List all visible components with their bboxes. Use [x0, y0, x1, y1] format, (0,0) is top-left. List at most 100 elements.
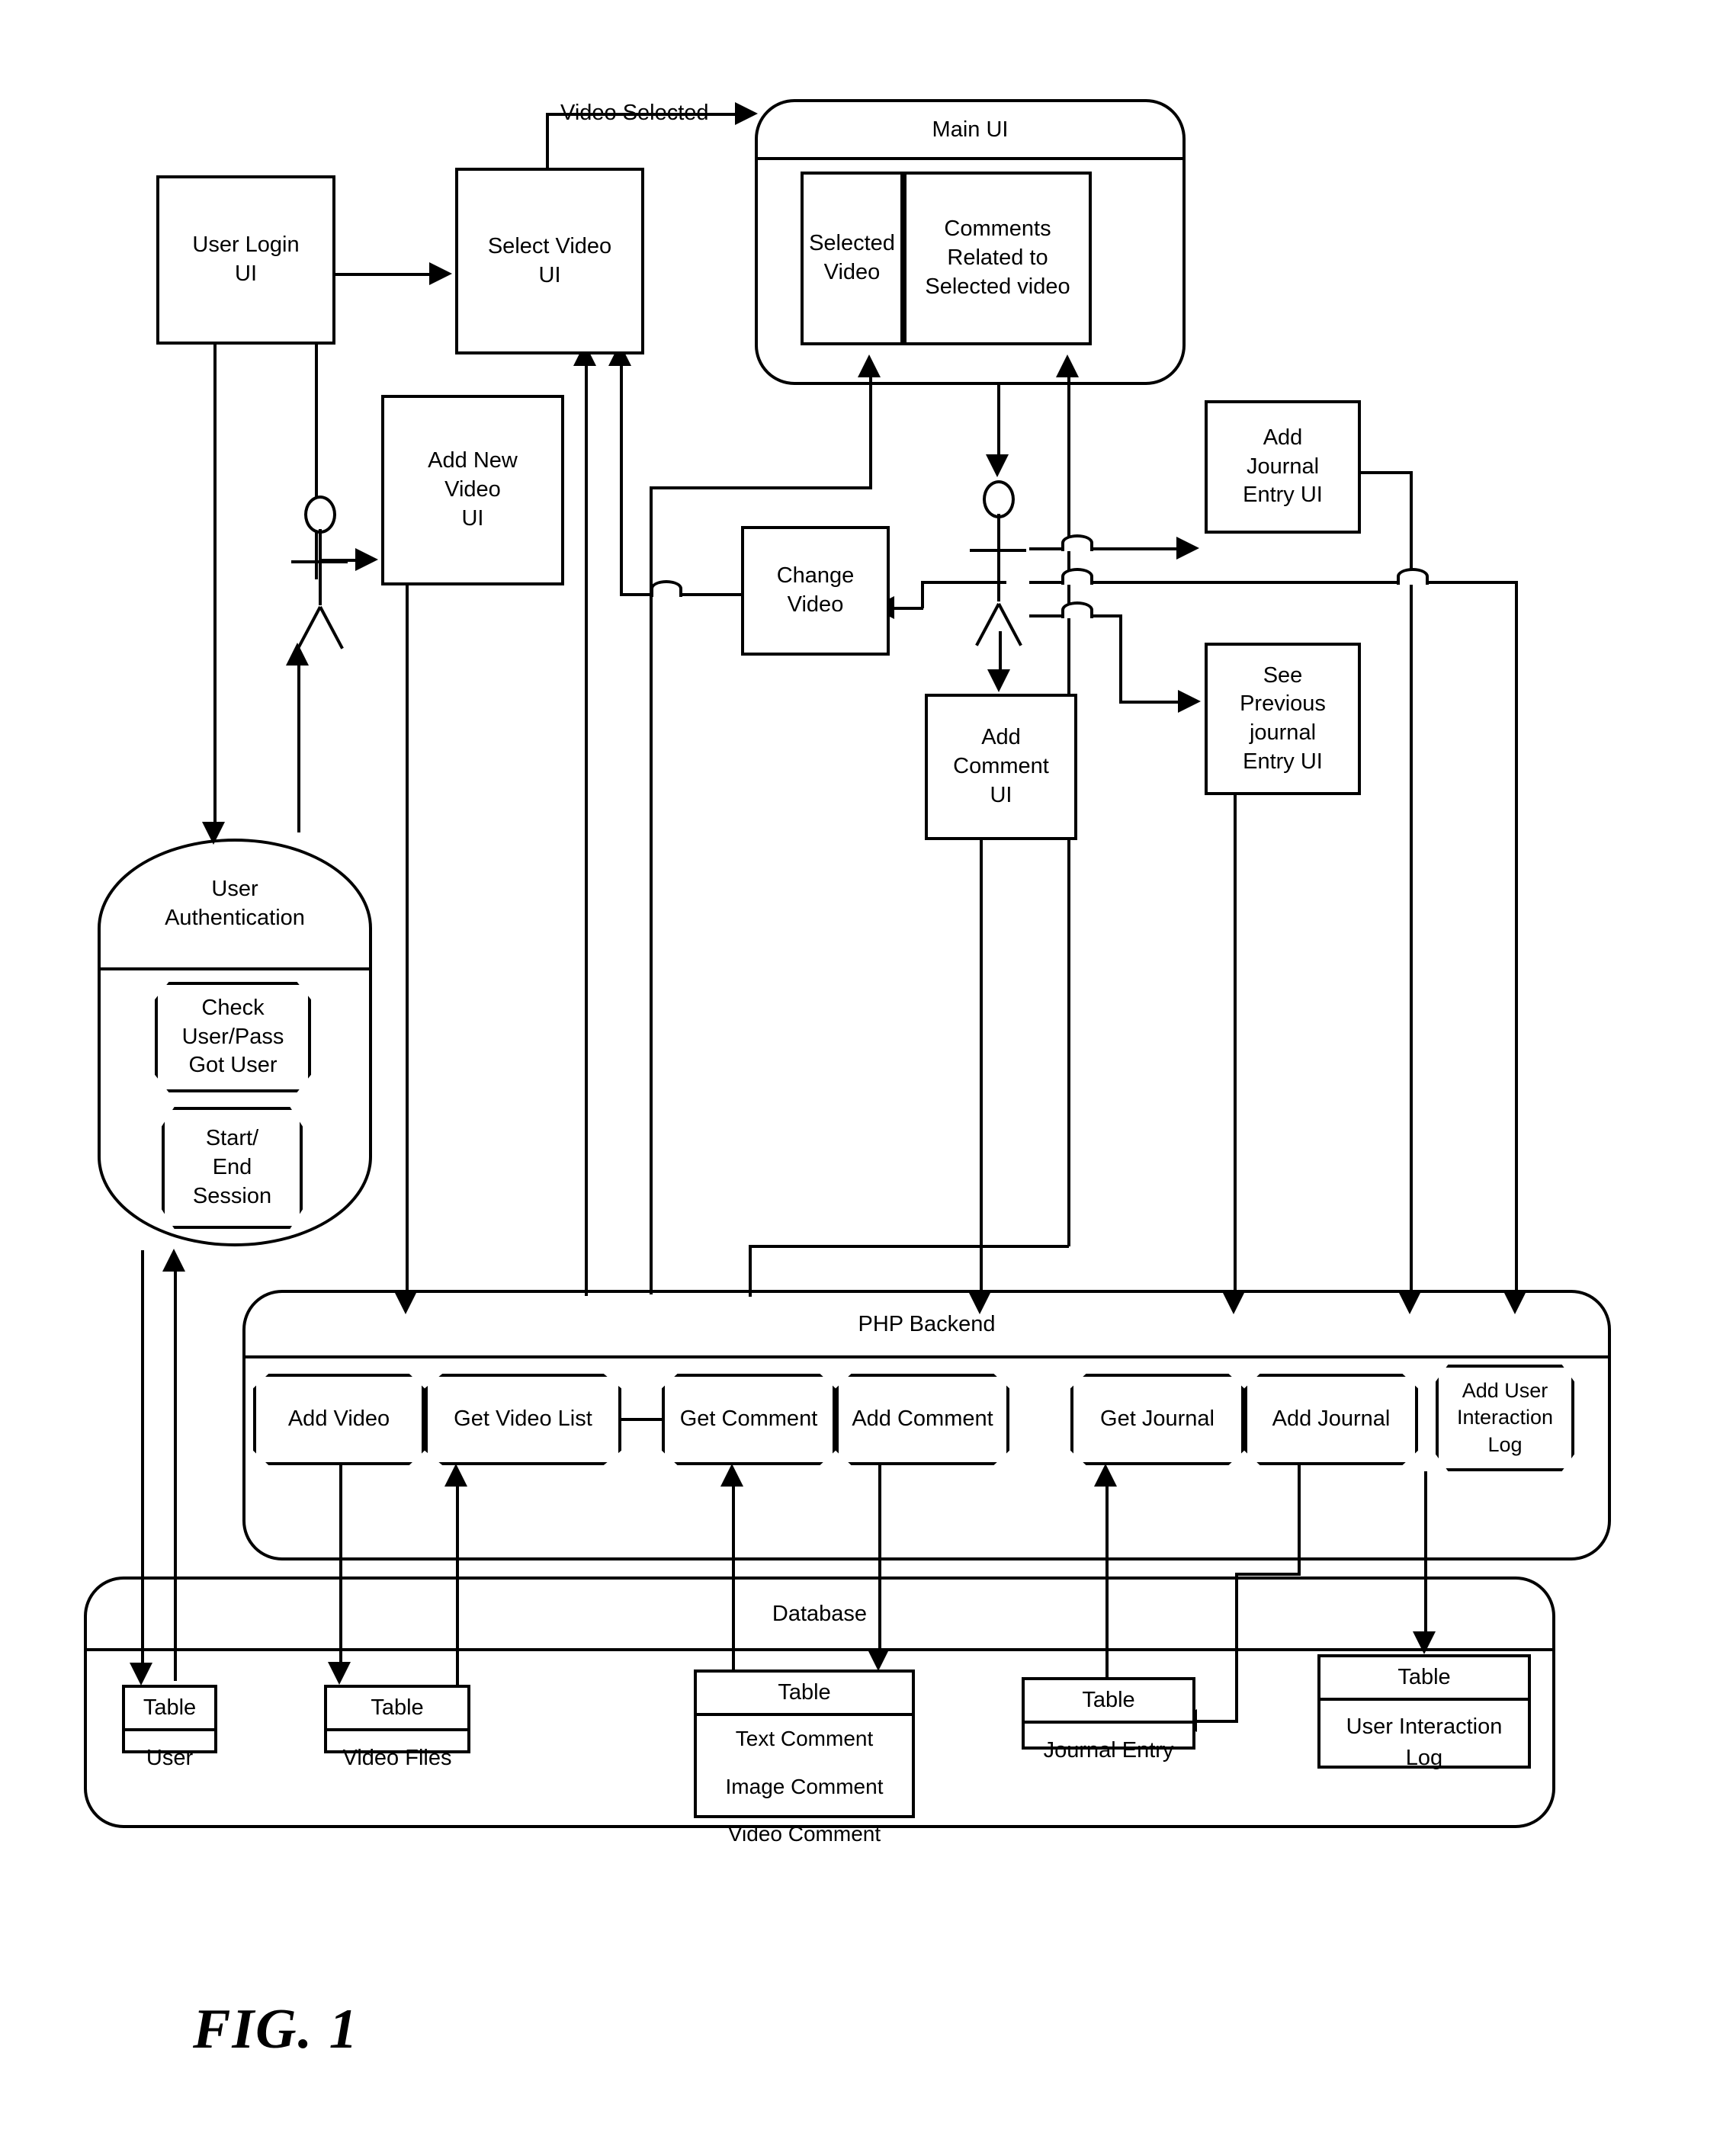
auth-op-start-end-session[interactable]: Start/ End Session [162, 1107, 303, 1229]
user-table-to-auth-arrowhead [162, 1249, 185, 1272]
login-bottom-stub [213, 345, 217, 832]
change-video-box[interactable]: Change Video [741, 526, 890, 656]
figure-caption: FIG. 1 [193, 1998, 359, 2061]
select-video-ui-box[interactable]: Select Video UI [455, 168, 644, 354]
backend-op-get-journal-label: Get Journal [1077, 1380, 1238, 1459]
video-selected-down-line [546, 113, 549, 168]
backend-op-add-comment-label: Add Comment [842, 1380, 1003, 1459]
line-hop-journal [1061, 534, 1093, 551]
backend-op-add-journal[interactable]: Add Journal [1244, 1374, 1418, 1465]
main-ui-title: Main UI [932, 117, 1009, 142]
video-files-to-get-video-list-arrowhead [444, 1464, 467, 1487]
add-new-video-to-backend-arrowhead [394, 1291, 417, 1314]
database-title-divider [84, 1648, 1555, 1651]
get-video-list-to-get-comment-stub [619, 1418, 665, 1421]
interaction-log-to-table-line [1424, 1471, 1427, 1635]
journal-entry-to-get-journal-arrowhead [1094, 1464, 1117, 1487]
see-previous-to-backend-arrowhead [1222, 1291, 1245, 1314]
main-ui-title-divider [755, 157, 1186, 160]
user-table-to-auth-line [174, 1265, 177, 1681]
php-backend-title-divider [242, 1355, 1611, 1358]
main-ui-pane-comments[interactable]: Comments Related to Selected video [903, 172, 1092, 345]
auth-to-primary-actor-line [297, 656, 300, 832]
backend-op-add-user-interaction-log[interactable]: Add User Interaction Log [1436, 1365, 1574, 1471]
actor-left-leg-icon [297, 606, 322, 650]
add-journal-to-journal-entry-across [1235, 1573, 1301, 1576]
user-authentication-divider [101, 967, 369, 970]
table-video-files-body: Video Files [342, 1746, 452, 1770]
table-comments-header: Table [697, 1673, 912, 1716]
table-journal-entry[interactable]: Table Journal Entry [1022, 1677, 1195, 1763]
actor2-left-leg-icon [975, 603, 1000, 646]
actor-right-leg-icon [319, 606, 344, 650]
mainui-to-secondary-actor-arrowhead [986, 454, 1009, 477]
add-journal-to-journal-entry-line [1298, 1465, 1301, 1574]
figure-canvas: Video Selected User Login UI Select Vide… [0, 0, 1736, 2133]
video-files-to-get-video-list-line [456, 1479, 459, 1685]
see-previous-to-backend-line [1234, 795, 1237, 1294]
table-user[interactable]: Table User [122, 1685, 217, 1770]
backend-op-get-comment-label: Get Comment [668, 1380, 829, 1459]
table-user-header: Table [125, 1688, 214, 1731]
change-video-inlet [893, 607, 923, 610]
see-previous-arrowhead [1178, 690, 1201, 713]
table-user-interaction-log-body: User Interaction Log [1346, 1714, 1503, 1770]
select-video-feed-line-2 [620, 366, 623, 595]
auth-op-check-user-pass-label: Check User/Pass Got User [161, 988, 305, 1086]
backend-op-get-journal[interactable]: Get Journal [1070, 1374, 1244, 1465]
actor2-to-change-video-riser [921, 581, 924, 608]
edge-label-video-selected: Video Selected [560, 101, 709, 125]
actor2-arms-icon [970, 549, 1026, 552]
add-comment-to-comments-arrowhead [867, 1648, 890, 1671]
add-new-video-ui-box[interactable]: Add New Video UI [381, 395, 564, 585]
actor2-to-add-journal-line [1029, 547, 1179, 550]
comments-to-get-comment-arrowhead [720, 1464, 743, 1487]
comments-to-get-comment-line [732, 1479, 735, 1670]
user-login-ui-box[interactable]: User Login UI [156, 175, 335, 345]
auth-op-check-user-pass[interactable]: Check User/Pass Got User [155, 982, 311, 1092]
select-video-entry-arrowhead [429, 262, 452, 285]
actor2-head-icon [983, 480, 1015, 518]
main-ui-pane-selected-video[interactable]: Selected Video [801, 172, 903, 345]
see-previous-journal-entry-ui-box[interactable]: See Previous journal Entry UI [1205, 643, 1361, 795]
add-comment-ui-to-backend-arrowhead [968, 1291, 991, 1314]
backend-op-get-comment[interactable]: Get Comment [662, 1374, 836, 1465]
table-user-interaction-log[interactable]: Table User Interaction Log [1317, 1654, 1531, 1770]
database-title: Database [772, 1601, 868, 1626]
interaction-log-to-table-arrowhead [1413, 1631, 1436, 1654]
add-journal-ui-down-line [1410, 471, 1413, 1294]
add-journal-to-journal-entry-drop [1235, 1573, 1238, 1721]
see-previous-inlet [1119, 701, 1180, 704]
actor-body-icon [319, 529, 322, 605]
table-comments[interactable]: Table Text Comment Image Comment Video C… [694, 1670, 915, 1846]
mainui-selected-video-arrowhead [858, 354, 881, 377]
add-comment-ui-box[interactable]: Add Comment UI [925, 694, 1077, 840]
add-journal-ui-out-line [1361, 471, 1413, 474]
mainui-to-secondary-actor-line [997, 385, 1000, 456]
add-video-to-video-files-line [339, 1465, 342, 1663]
backend-op-get-video-list-label: Get Video List [431, 1380, 615, 1459]
line-hop-see-previous [1061, 601, 1093, 618]
secondary-user-actor [968, 480, 1029, 646]
backend-op-add-user-interaction-log-label: Add User Interaction Log [1442, 1371, 1568, 1465]
mainui-comments-arrowhead [1056, 354, 1079, 377]
line-hop-select-video [650, 580, 682, 597]
actor-head-icon [304, 496, 336, 534]
backend-op-get-video-list[interactable]: Get Video List [425, 1374, 621, 1465]
actor2-to-add-journal-arrowhead [1176, 537, 1199, 560]
backend-op-add-comment[interactable]: Add Comment [836, 1374, 1009, 1465]
login-to-authentication-arrowhead [202, 822, 225, 845]
actor2-body-icon [997, 514, 1000, 601]
table-user-interaction-log-header: Table [1320, 1657, 1528, 1701]
add-video-to-video-files-arrowhead [328, 1662, 351, 1685]
actor2-to-add-comment-arrowhead [987, 669, 1010, 692]
interaction-log-feed-line [1515, 581, 1518, 1294]
backend-op-add-video[interactable]: Add Video [253, 1374, 425, 1465]
add-journal-entry-ui-box[interactable]: Add Journal Entry UI [1205, 400, 1361, 534]
mainui-selected-video-feed-across [650, 486, 872, 489]
mainui-comments-feed-drop [749, 1245, 752, 1297]
table-journal-entry-header: Table [1025, 1680, 1192, 1724]
auth-to-user-table-line [141, 1250, 144, 1666]
table-video-files[interactable]: Table Video Files [324, 1685, 470, 1770]
mainui-selected-video-feed-drop [650, 486, 653, 1294]
